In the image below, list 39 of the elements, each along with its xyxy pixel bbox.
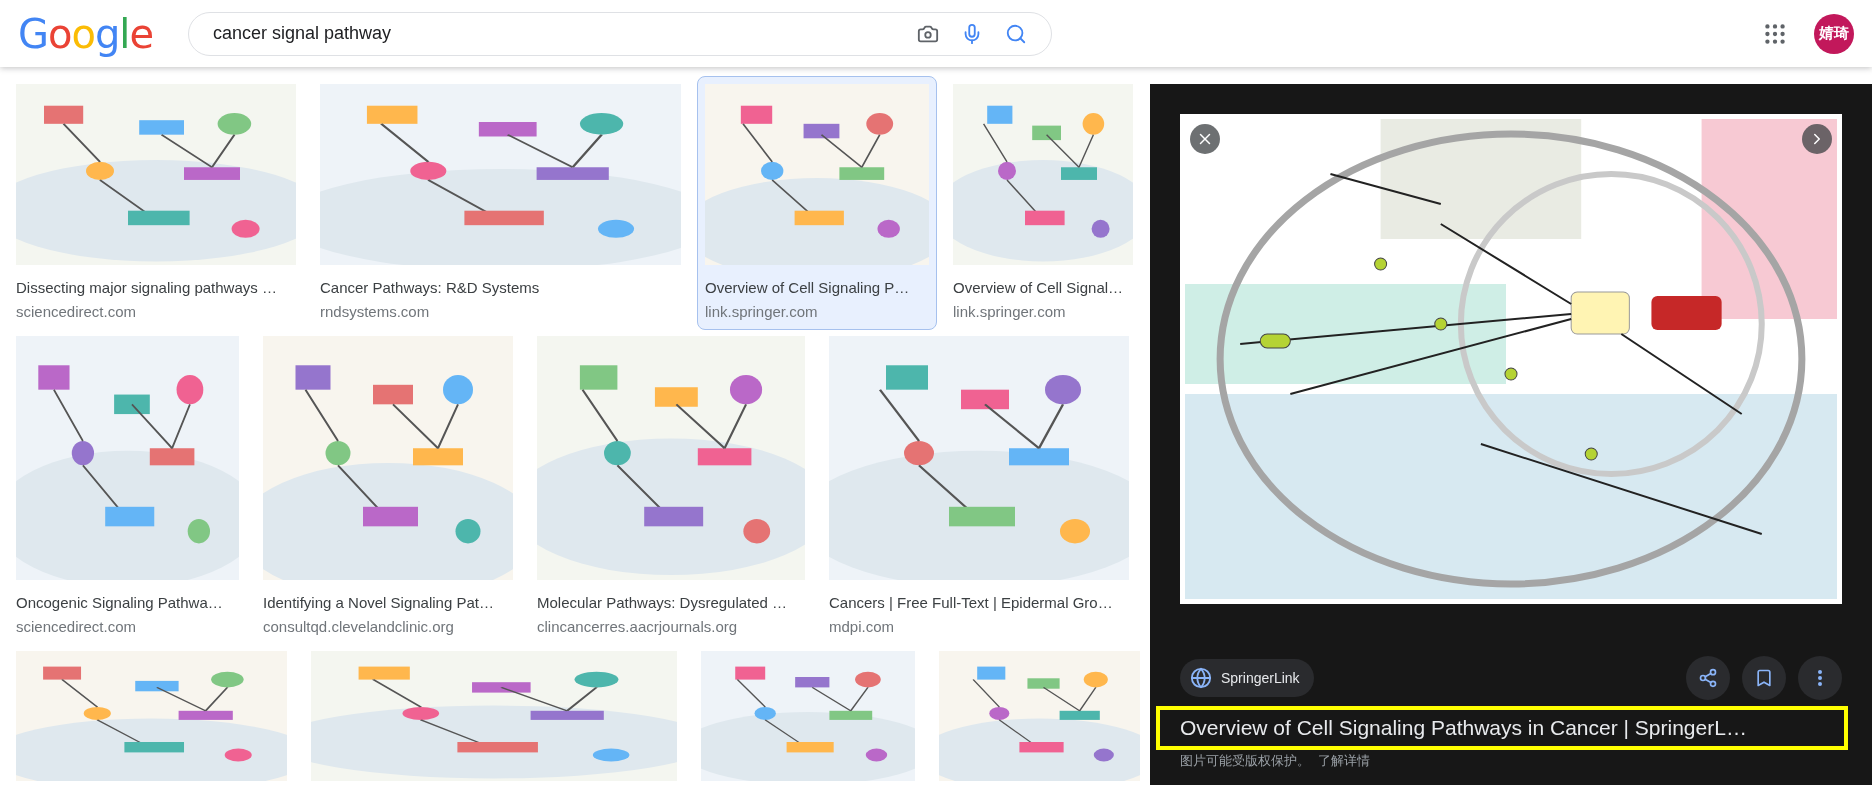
result-title[interactable]: Cancers | Free Full-Text | Epidermal Gro… [829, 594, 1129, 611]
more-button[interactable] [1798, 656, 1842, 700]
result-card[interactable]: Overview of Cell Signal… link.springer.com [945, 76, 1141, 330]
result-card[interactable]: Cancer Pathways: R&D Systems rndsystems.com [312, 76, 689, 330]
share-icon [1698, 668, 1718, 688]
result-card[interactable]: Overview of Cell Signaling P… link.springer.com [697, 76, 937, 330]
result-card[interactable]: Cancers | Free Full-Text | Epidermal Gro… mdpi.com [821, 328, 1137, 645]
result-card[interactable]: Dissecting major signaling pathways … sciencedirect.com [8, 76, 304, 330]
result-source[interactable]: clincancerres.aacrjournals.org [537, 618, 805, 635]
bookmark-icon [1754, 668, 1774, 688]
google-logo[interactable]: Google [18, 10, 158, 57]
source-name: SpringerLink [1221, 670, 1300, 686]
search-icon[interactable] [1005, 22, 1027, 45]
more-icon [1818, 670, 1822, 686]
result-title[interactable]: Overview of Cell Signal… [953, 279, 1133, 296]
result-card[interactable]: Identifying a Novel Signaling Pat… consultqd.clevelandclinic.org [255, 328, 521, 645]
result-source[interactable]: consultqd.clevelandclinic.org [263, 618, 513, 635]
result-source[interactable]: link.springer.com [705, 303, 929, 320]
result-title[interactable]: Dissecting major signaling pathways … [16, 279, 296, 296]
result-title[interactable]: Cancer Pathways: R&D Systems [320, 279, 681, 296]
result-source[interactable]: link.springer.com [953, 303, 1133, 320]
copyright-notice: 图片可能受版权保护。 [1180, 752, 1310, 770]
result-title[interactable]: Molecular Pathways: Dysregulated … [537, 594, 805, 611]
result-source[interactable]: rndsystems.com [320, 303, 681, 320]
source-chip[interactable]: SpringerLink [1180, 659, 1314, 697]
preview-title[interactable]: Overview of Cell Signaling Pathways in Cancer | SpringerL… [1180, 716, 1824, 740]
result-title[interactable]: Oncogenic Signaling Pathwa… [16, 594, 239, 611]
learn-more-link[interactable]: 了解详情 [1318, 752, 1370, 770]
result-title[interactable]: Overview of Cell Signaling P… [705, 279, 929, 296]
result-title[interactable]: Identifying a Novel Signaling Pat… [263, 594, 513, 611]
share-button[interactable] [1686, 656, 1730, 700]
result-source[interactable]: sciencedirect.com [16, 618, 239, 635]
result-source[interactable]: sciencedirect.com [16, 303, 296, 320]
avatar[interactable]: 婧琦 [1814, 13, 1854, 54]
result-source[interactable]: mdpi.com [829, 618, 1129, 635]
globe-icon [1190, 667, 1212, 689]
result-card[interactable]: Oncogenic Signaling Pathwa… sciencedirect.com [8, 328, 247, 645]
result-card[interactable]: Molecular Pathways: Dysregulated … clincancerres.aacrjournals.org [529, 328, 813, 645]
bookmark-button[interactable] [1742, 656, 1786, 700]
